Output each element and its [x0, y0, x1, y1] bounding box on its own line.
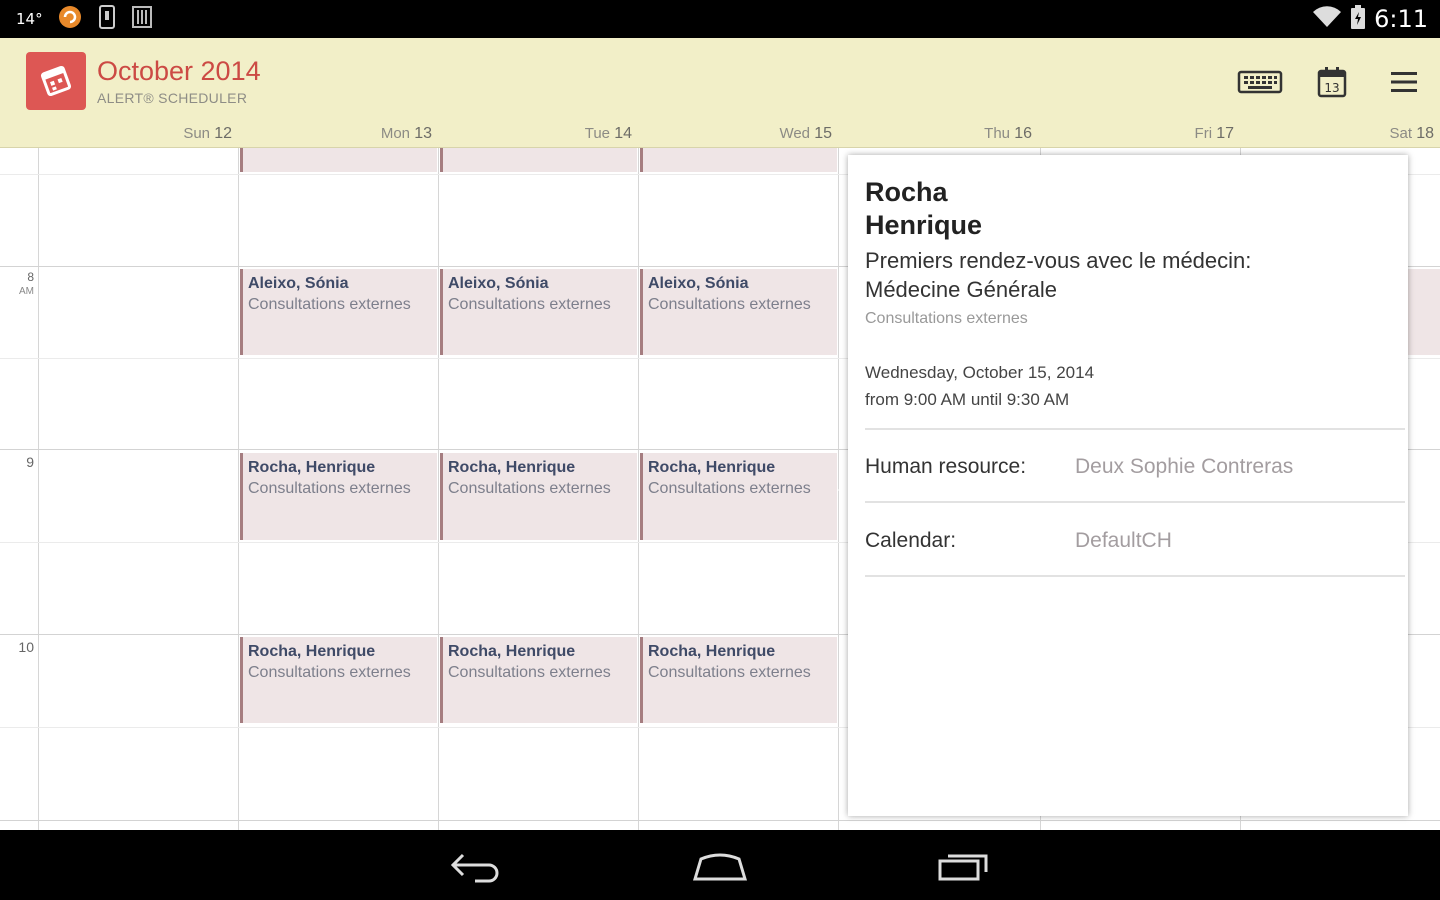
hour-label-8: 8: [27, 270, 34, 284]
keyboard-icon[interactable]: [1236, 64, 1284, 100]
event-mon-10[interactable]: Rocha, Henrique Consultations externes: [240, 637, 437, 723]
appointment-specialty: Médecine Générale: [865, 277, 1058, 302]
resource-value: Deux Sophie Contreras: [1075, 455, 1294, 478]
calendar-today-icon[interactable]: 13: [1308, 64, 1356, 100]
battery-icon: [1350, 4, 1366, 35]
event-name: Rocha, Henrique: [448, 643, 576, 660]
event-mon-9[interactable]: Rocha, Henrique Consultations externes: [240, 453, 437, 540]
event-name: Aleixo, Sónia: [248, 275, 349, 292]
event-partial[interactable]: [640, 148, 837, 172]
wifi-icon: [1312, 5, 1342, 34]
event-name: Rocha, Henrique: [448, 459, 576, 476]
divider: [865, 501, 1405, 503]
event-name: Rocha, Henrique: [248, 459, 376, 476]
appointment-date: Wednesday, October 15, 2014: [865, 363, 1095, 382]
event-name: Rocha, Henrique: [648, 459, 776, 476]
event-desc: Consultations externes: [448, 296, 611, 313]
app-header: October 2014 ALERT® SCHEDULER 13 Sun 12 …: [0, 38, 1440, 148]
day-header-thu[interactable]: Thu 16: [832, 125, 1032, 143]
calendar-value: DefaultCH: [1075, 529, 1172, 552]
event-wed-8[interactable]: Aleixo, Sónia Consultations externes: [640, 269, 837, 355]
event-mon-8[interactable]: Aleixo, Sónia Consultations externes: [240, 269, 437, 355]
app-subtitle: ALERT® SCHEDULER: [97, 90, 248, 106]
home-icon[interactable]: [685, 846, 755, 886]
appointment-type: Premiers rendez-vous avec le médecin:: [865, 248, 1252, 273]
event-desc: Consultations externes: [448, 480, 611, 497]
day-header-mon[interactable]: Mon 13: [232, 125, 432, 143]
appointment-time: from 9:00 AM until 9:30 AM: [865, 390, 1070, 409]
calendar-label: Calendar:: [865, 529, 957, 552]
page-title: October 2014: [97, 56, 261, 86]
appointment-category: Consultations externes: [865, 310, 1028, 327]
event-name: Aleixo, Sónia: [448, 275, 549, 292]
event-desc: Consultations externes: [448, 664, 611, 681]
event-name: Rocha, Henrique: [648, 643, 776, 660]
calendar-icon-day: 13: [1324, 81, 1339, 95]
divider: [865, 575, 1405, 577]
event-partial[interactable]: [440, 148, 637, 172]
app-logo-icon[interactable]: [26, 52, 86, 110]
app-notification-icon: [57, 4, 83, 35]
event-desc: Consultations externes: [648, 664, 811, 681]
patient-last-name: Rocha: [865, 177, 948, 207]
hour-label-10: 10: [18, 639, 34, 655]
barcode-notification-icon: [131, 4, 153, 35]
event-desc: Consultations externes: [248, 480, 411, 497]
day-header-wed[interactable]: Wed 15: [632, 125, 832, 143]
event-partial[interactable]: [240, 148, 437, 172]
status-bar: 14° 6:11: [0, 0, 1440, 38]
menu-icon[interactable]: [1380, 64, 1428, 100]
back-icon[interactable]: [441, 846, 511, 886]
event-wed-9-selected[interactable]: Rocha, Henrique Consultations externes: [640, 453, 837, 540]
patient-first-name: Henrique: [865, 210, 983, 240]
day-header-fri[interactable]: Fri 17: [1034, 125, 1234, 143]
clock: 6:11: [1374, 5, 1428, 33]
event-desc: Consultations externes: [648, 480, 811, 497]
event-name: Aleixo, Sónia: [648, 275, 749, 292]
resource-label: Human resource:: [865, 455, 1027, 478]
divider: [865, 428, 1405, 430]
hour-label-ampm: AM: [19, 286, 34, 297]
navigation-bar: [0, 830, 1440, 900]
hour-label-9: 9: [26, 454, 34, 470]
event-name: Rocha, Henrique: [248, 643, 376, 660]
event-tue-9[interactable]: Rocha, Henrique Consultations externes: [440, 453, 637, 540]
event-tue-10[interactable]: Rocha, Henrique Consultations externes: [440, 637, 637, 723]
day-header-sun[interactable]: Sun 12: [32, 125, 232, 143]
event-wed-10[interactable]: Rocha, Henrique Consultations externes: [640, 637, 837, 723]
day-header-sat[interactable]: Sat 18: [1234, 125, 1434, 143]
phone-notification-icon: [97, 4, 117, 35]
temperature: 14°: [16, 10, 43, 28]
day-header-row: Sun 12 Mon 13 Tue 14 Wed 15 Thu 16 Fri 1…: [0, 125, 1440, 147]
recent-apps-icon[interactable]: [929, 846, 999, 886]
event-desc: Consultations externes: [248, 296, 411, 313]
day-header-tue[interactable]: Tue 14: [432, 125, 632, 143]
event-tue-8[interactable]: Aleixo, Sónia Consultations externes: [440, 269, 637, 355]
event-details-popup: Rocha Henrique Premiers rendez-vous avec…: [848, 155, 1408, 816]
hour-line-11: [0, 820, 1440, 821]
event-desc: Consultations externes: [248, 664, 411, 681]
event-desc: Consultations externes: [648, 296, 811, 313]
